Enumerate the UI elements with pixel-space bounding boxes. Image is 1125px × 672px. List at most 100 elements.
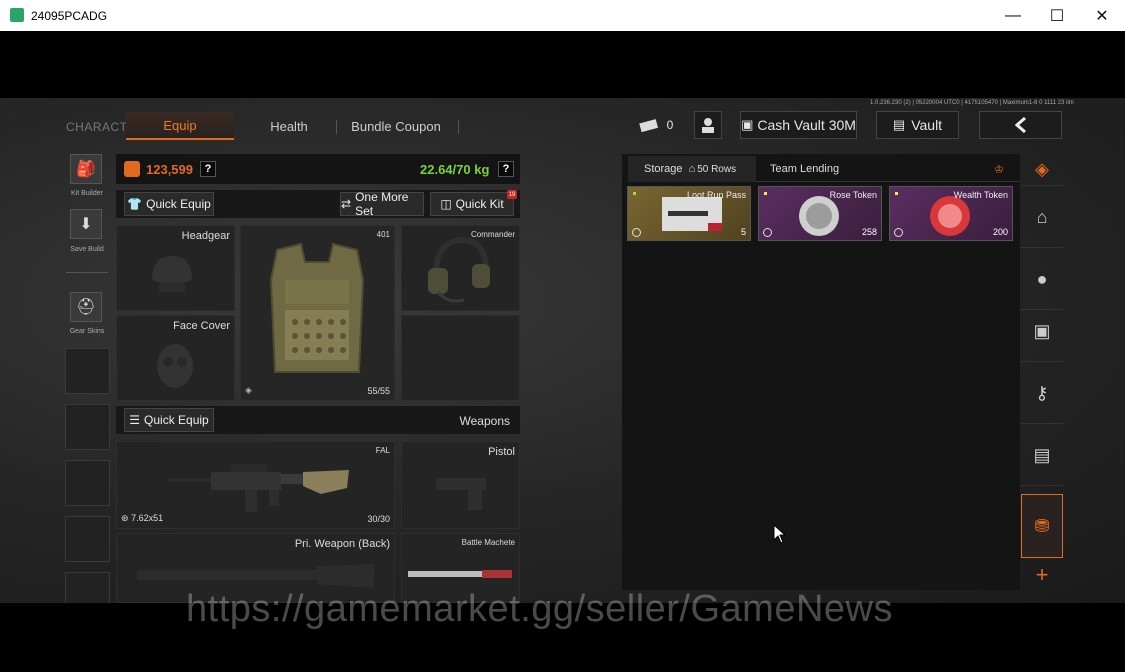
storage-categories: ◈ ⌂ ● ▣ ⚷ ▤ ⛃ + bbox=[1021, 154, 1063, 594]
weight-help-button[interactable]: ? bbox=[498, 161, 514, 177]
tab-bundle-coupon[interactable]: Bundle Coupon bbox=[344, 112, 448, 140]
add-category-button[interactable]: + bbox=[1021, 560, 1063, 590]
category-all-button[interactable]: ◈ bbox=[1021, 154, 1063, 186]
cash-vault-button[interactable]: ▣ Cash Vault 30M bbox=[740, 111, 857, 139]
clock-icon bbox=[763, 228, 772, 237]
quick-equip-weapons-button[interactable]: ☰ Quick Equip bbox=[124, 408, 214, 432]
storage-rows: 50 Rows bbox=[697, 163, 737, 175]
caliber-info: ⊛ 7.62x51 bbox=[121, 513, 163, 524]
item-marker bbox=[764, 192, 767, 195]
storage-item[interactable]: Wealth Token 200 bbox=[889, 186, 1013, 241]
headset-slot[interactable]: Commander bbox=[401, 225, 520, 311]
tab-team-lending[interactable]: Team Lending bbox=[770, 156, 850, 182]
skin-slot[interactable] bbox=[65, 460, 110, 506]
quick-kit-button[interactable]: ◫ Quick Kit bbox=[430, 192, 514, 216]
quick-equip-label: Quick Equip bbox=[146, 197, 211, 211]
rose-token-icon bbox=[799, 196, 839, 236]
maximize-button[interactable]: ☐ bbox=[1034, 0, 1080, 31]
mask-silhouette-icon bbox=[157, 344, 193, 388]
vault-icon: ▤ bbox=[892, 117, 906, 132]
primary-weapon-name: FAL bbox=[375, 446, 390, 455]
backpack-icon bbox=[124, 161, 140, 177]
tab-storage[interactable]: Storage ⌂ 50 Rows bbox=[628, 156, 756, 182]
one-more-set-button[interactable]: ⇄ One More Set bbox=[340, 190, 424, 218]
cash-icon: ▤ bbox=[1033, 445, 1051, 465]
primary-weapon-slot[interactable]: FAL ⊛ 7.62x51 30/30 bbox=[116, 441, 395, 529]
medkit-icon: ▣ bbox=[1033, 321, 1051, 341]
storage-item[interactable]: Rose Token 258 bbox=[758, 186, 882, 241]
tab-divider bbox=[336, 120, 337, 134]
layers-icon: ◈ bbox=[1035, 159, 1049, 179]
top-bar: CHARACTER Equip Health Bundle Coupon 0 ▣… bbox=[0, 98, 1125, 146]
skin-slot[interactable] bbox=[65, 348, 110, 394]
kit-builder-label: Kit Builder bbox=[71, 190, 103, 197]
save-build-button[interactable]: ⬇ bbox=[70, 209, 102, 239]
key-icon: ⚷ bbox=[1035, 383, 1049, 403]
home-icon: ⌂ bbox=[688, 163, 696, 175]
watermark: https://gamemarket.gg/seller/GameNews bbox=[186, 588, 893, 630]
tab-equip[interactable]: Equip bbox=[126, 112, 234, 140]
face-cover-label: Face Cover bbox=[173, 320, 230, 332]
category-grenade-button[interactable]: ● bbox=[1021, 250, 1063, 310]
empty-gear-slot[interactable] bbox=[401, 315, 520, 401]
storage-panel: Storage ⌂ 50 Rows Team Lending ♔ Loot Ru… bbox=[622, 154, 1020, 590]
backpack-icon: 🎒 bbox=[76, 161, 96, 178]
weapons-section-label: Weapons bbox=[459, 414, 510, 428]
skin-slot[interactable] bbox=[65, 572, 110, 603]
avatar-button[interactable] bbox=[694, 111, 722, 139]
category-home-button[interactable]: ⌂ bbox=[1021, 188, 1063, 248]
cash-vault-label: Cash Vault 30M bbox=[757, 117, 856, 133]
category-cash-button[interactable]: ▤ bbox=[1021, 426, 1063, 486]
item-count: 200 bbox=[992, 227, 1008, 237]
window-titlebar: 24095PCADG — ☐ ✕ bbox=[0, 0, 1125, 31]
gear-skins-button[interactable]: ⛑ bbox=[70, 292, 102, 322]
one-more-set-label: One More Set bbox=[355, 190, 409, 218]
app-icon bbox=[10, 8, 24, 22]
tab-health[interactable]: Health bbox=[250, 112, 328, 140]
money-help-button[interactable]: ? bbox=[200, 161, 216, 177]
save-build-label: Save Build bbox=[70, 246, 104, 253]
loot-icon: ⛃ bbox=[1034, 515, 1050, 536]
wealth-token-icon bbox=[930, 196, 970, 236]
armor-slot[interactable]: 401 ◈ 55/55 bbox=[240, 225, 395, 401]
minimize-button[interactable]: — bbox=[990, 0, 1036, 31]
weight-value: 22.64/70 kg bbox=[420, 162, 490, 177]
quick-equip-gear-button[interactable]: 👕 Quick Equip bbox=[124, 192, 214, 216]
back-button[interactable] bbox=[979, 111, 1062, 139]
left-sidebar: 🎒 Kit Builder ⬇ Save Build ⛑ Gear Skins bbox=[62, 154, 112, 603]
sort-button[interactable]: ♔ bbox=[984, 156, 1014, 182]
storage-item[interactable]: Loot Run Pass 5 bbox=[627, 186, 751, 241]
headset-icon bbox=[428, 236, 490, 303]
window-title: 24095PCADG bbox=[31, 9, 108, 23]
skin-slot[interactable] bbox=[65, 516, 110, 562]
pistol-silhouette-icon bbox=[436, 478, 486, 510]
ticket-counter[interactable]: 0 bbox=[634, 111, 678, 139]
clock-icon bbox=[632, 228, 641, 237]
item-name: Wealth Token bbox=[953, 190, 1008, 200]
face-cover-slot[interactable]: Face Cover bbox=[116, 315, 235, 401]
item-marker bbox=[633, 192, 636, 195]
sidebar-divider bbox=[66, 272, 108, 273]
melee-label: Battle Machete bbox=[461, 538, 515, 547]
cash-vault-icon: ▣ bbox=[741, 117, 754, 132]
kit-builder-button[interactable]: 🎒 bbox=[70, 154, 102, 184]
mouse-cursor-icon bbox=[773, 524, 785, 544]
home-icon: ⌂ bbox=[1036, 207, 1048, 227]
chevron-left-icon bbox=[1014, 117, 1026, 133]
vault-label: Vault bbox=[911, 117, 943, 133]
kit-icon: ◫ bbox=[440, 197, 452, 211]
money-value: 123,599 bbox=[146, 162, 193, 177]
headgear-slot[interactable]: Headgear bbox=[116, 225, 235, 311]
skin-slot[interactable] bbox=[65, 404, 110, 450]
game-viewport: 1.0.236.230 (2) | 05220004 UTC0 | 417510… bbox=[0, 98, 1125, 603]
primary-ammo: 30/30 bbox=[367, 514, 390, 524]
close-button[interactable]: ✕ bbox=[1079, 0, 1125, 31]
grenade-icon: ● bbox=[1036, 269, 1048, 289]
category-key-button[interactable]: ⚷ bbox=[1021, 364, 1063, 424]
quick-kit-label: Quick Kit bbox=[455, 197, 504, 211]
pistol-slot[interactable]: Pistol bbox=[401, 441, 520, 529]
category-medical-button[interactable]: ▣ bbox=[1021, 302, 1063, 362]
vault-button[interactable]: ▤ Vault bbox=[876, 111, 959, 139]
category-loot-button[interactable]: ⛃ bbox=[1021, 494, 1063, 558]
headgear-label: Headgear bbox=[181, 230, 230, 242]
